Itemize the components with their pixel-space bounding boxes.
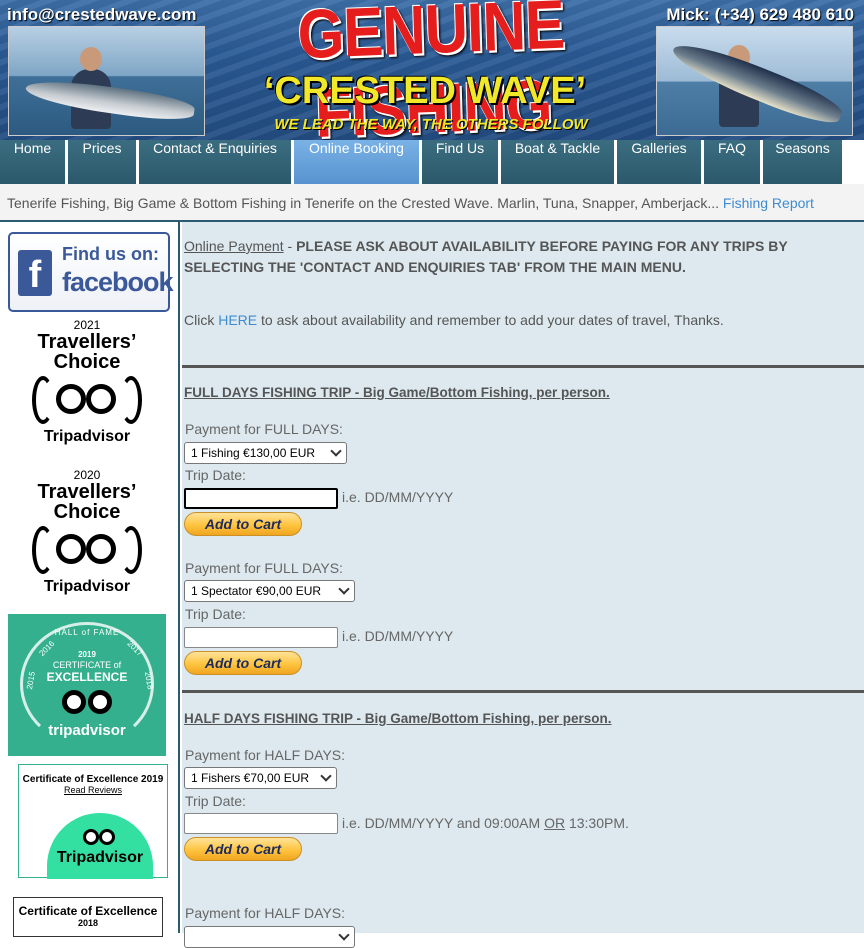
payment-label: Payment for HALF DAYS: [185, 905, 346, 921]
badge-brand: Tripadvisor [43, 578, 131, 595]
full-days-title: FULL DAYS FISHING TRIP - Big Game/Bottom… [184, 385, 610, 400]
certificate-2019-widget: Certificate of Excellence 2019 Read Revi… [18, 764, 168, 879]
travellers-choice-2021-badge[interactable]: 2021 Travellers’ Choice Tripadvisor [8, 318, 166, 458]
facebook-icon: f [18, 250, 52, 296]
half-days-fishers-select[interactable]: 1 Fishers €70,00 EUR [184, 767, 337, 789]
hint-or: OR [544, 815, 566, 831]
hint-post: 13:30PM. [565, 815, 629, 831]
header-email[interactable]: info@crestedwave.com [7, 5, 196, 25]
certificate-2018-year: 2018 [77, 918, 99, 928]
nav-boat-tackle[interactable]: Boat & Tackle [501, 140, 617, 184]
badge-line1: Travellers’ [37, 331, 137, 353]
nav-galleries[interactable]: Galleries [617, 140, 704, 184]
nav-find-us[interactable]: Find Us [422, 140, 501, 184]
tripadvisor-logo[interactable]: Tripadvisor [47, 813, 153, 879]
select-value: 1 Spectator €90,00 EUR [191, 584, 322, 598]
tripadvisor-owl-icon [32, 376, 142, 428]
trip-date-label: Trip Date: [185, 467, 246, 483]
add-to-cart-button[interactable]: Add to Cart [184, 651, 302, 675]
tripadvisor-wordmark: Tripadvisor [56, 849, 144, 866]
main-nav: Home Prices Contact & Enquiries Online B… [0, 140, 864, 184]
full-days-spectator-select[interactable]: 1 Spectator €90,00 EUR [184, 580, 355, 602]
nav-seasons[interactable]: Seasons [763, 140, 845, 184]
nav-online-booking[interactable]: Online Booking [294, 140, 422, 184]
header-phone: Mick: (+34) 629 480 610 [666, 5, 854, 24]
facebook-wordmark: facebook [62, 267, 174, 297]
chevron-down-icon [320, 770, 332, 782]
half-days-spectator-select[interactable] [184, 926, 355, 948]
certificate-2018-title: Certificate of Excellence [18, 904, 158, 918]
fisherman-photo-left [8, 26, 205, 136]
select-value: 1 Fishers €70,00 EUR [191, 771, 310, 785]
date-time-hint: i.e. DD/MM/YYYY and 09:00AM OR 13:30PM. [342, 815, 629, 831]
badge-line2: Choice [53, 351, 121, 373]
left-sidebar: f Find us on: facebook 2021 Travellers’ … [0, 222, 180, 937]
intro-dash: - [283, 238, 297, 254]
owl-eye-icon [83, 829, 99, 845]
add-to-cart-button[interactable]: Add to Cart [184, 837, 302, 861]
add-to-cart-button[interactable]: Add to Cart [184, 512, 302, 536]
select-value: 1 Fishing €130,00 EUR [191, 446, 316, 460]
hof-cert-year: 2019 [78, 650, 96, 659]
info-text: Tenerife Fishing, Big Game & Bottom Fish… [7, 195, 723, 211]
hof-text: HALL of FAME [54, 628, 120, 637]
facebook-badge[interactable]: f Find us on: facebook [8, 232, 174, 312]
hint-pre: i.e. DD/MM/YYYY and 09:00AM [342, 815, 545, 831]
trip-date-input[interactable] [184, 813, 338, 834]
read-reviews-link[interactable]: Read Reviews [19, 785, 167, 795]
chevron-down-icon [338, 929, 350, 941]
nav-prices[interactable]: Prices [68, 140, 139, 184]
badge-brand: Tripadvisor [43, 428, 131, 445]
payment-label: Payment for FULL DAYS: [185, 421, 343, 437]
booking-content: Online Payment - PLEASE ASK ABOUT AVAILA… [182, 222, 864, 948]
nav-faq[interactable]: FAQ [704, 140, 763, 184]
click-here-line: Click HERE to ask about availability and… [184, 312, 724, 328]
chevron-down-icon [338, 583, 350, 595]
header-banner: info@crestedwave.com Mick: (+34) 629 480… [0, 0, 864, 140]
badge-year: 2021 [73, 318, 101, 332]
fisherman-photo-right [656, 26, 853, 136]
half-days-title: HALF DAYS FISHING TRIP - Big Game/Bottom… [184, 711, 612, 726]
click-post: to ask about availability and remember t… [257, 312, 724, 328]
badge-year: 2020 [73, 468, 101, 482]
trip-date-label: Trip Date: [185, 793, 246, 809]
trip-date-label: Trip Date: [185, 606, 246, 622]
nav-home[interactable]: Home [0, 140, 68, 184]
hof-line2: EXCELLENCE [46, 670, 128, 684]
click-pre: Click [184, 312, 219, 328]
badge-line1: Travellers’ [37, 481, 137, 503]
payment-label: Payment for HALF DAYS: [185, 747, 346, 763]
date-format-hint: i.e. DD/MM/YYYY [342, 628, 454, 644]
fishing-report-link[interactable]: Fishing Report [723, 195, 814, 211]
here-link[interactable]: HERE [218, 312, 257, 328]
badge-line2: Choice [53, 501, 121, 523]
hall-of-fame-badge[interactable]: HALL of FAME 2015 2016 2017 2018 2019 CE… [8, 614, 166, 756]
hof-line1: CERTIFICATE of [52, 660, 122, 670]
date-format-hint: i.e. DD/MM/YYYY [342, 489, 454, 505]
payment-label: Payment for FULL DAYS: [185, 560, 343, 576]
trip-date-input[interactable] [184, 488, 338, 509]
travellers-choice-2020-badge[interactable]: 2020 Travellers’ Choice Tripadvisor [8, 468, 166, 608]
site-subtitle: ‘CRESTED WAVE’ [263, 70, 587, 112]
tripadvisor-owl-icon [60, 690, 116, 716]
nav-contact[interactable]: Contact & Enquiries [139, 140, 294, 184]
chevron-down-icon [330, 445, 342, 457]
section-divider [182, 365, 864, 368]
info-bar: Tenerife Fishing, Big Game & Bottom Fish… [0, 184, 864, 222]
site-tagline: WE LEAD THE WAY, THE OTHERS FOLLOW [274, 116, 588, 133]
trip-date-input[interactable] [184, 627, 338, 648]
intro-notice: Online Payment - PLEASE ASK ABOUT AVAILA… [184, 236, 834, 278]
online-payment-link[interactable]: Online Payment [184, 238, 284, 254]
full-days-fishing-select[interactable]: 1 Fishing €130,00 EUR [184, 442, 347, 464]
section-divider [182, 690, 864, 693]
tripadvisor-owl-icon [32, 526, 142, 578]
hof-brand: tripadvisor [48, 722, 126, 739]
facebook-find-text: Find us on: [62, 244, 159, 264]
certificate-2019-title: Certificate of Excellence 2019 [22, 774, 164, 785]
certificate-2018-widget: Certificate of Excellence 2018 [13, 897, 163, 937]
owl-eye-icon [99, 829, 115, 845]
